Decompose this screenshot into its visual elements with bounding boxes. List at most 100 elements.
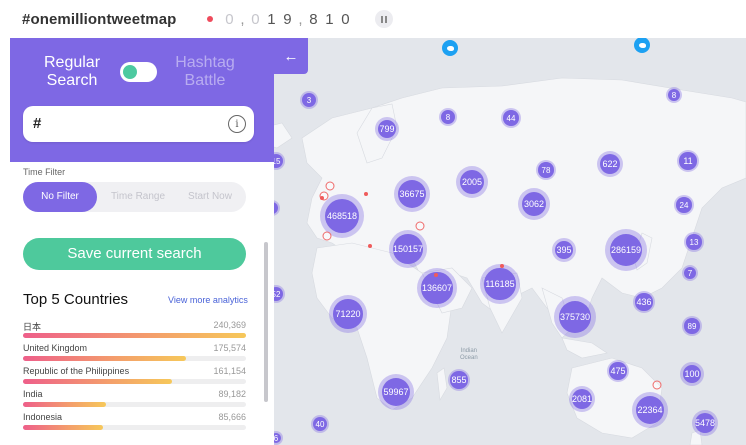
country-count: 240,369 — [213, 320, 246, 330]
tweet-cluster[interactable]: 375730 — [554, 296, 596, 338]
country-bar-track — [23, 333, 246, 338]
tweet-cluster[interactable]: 44 — [501, 108, 521, 128]
tweet-cluster[interactable]: 150157 — [389, 230, 427, 268]
cluster-count: 395 — [554, 240, 574, 260]
time-filter-time-range[interactable]: Time Range — [103, 182, 173, 212]
cluster-count: 7 — [683, 266, 697, 280]
tweet-cluster[interactable]: 100 — [680, 362, 704, 386]
counter-digit: 1 — [325, 10, 334, 28]
tweet-cluster[interactable]: 116185 — [480, 264, 520, 304]
tweet-cluster[interactable]: 13 — [684, 232, 704, 252]
country-row: Indonesia 85,666 — [23, 412, 246, 434]
live-indicator-icon — [207, 16, 214, 22]
tweet-dot-marker[interactable] — [320, 196, 324, 200]
country-bar-fill — [23, 356, 186, 361]
cluster-count: 5478 — [694, 412, 716, 434]
app-root: #onemilliontweetmap 0,019,810 Indian Oce… — [0, 0, 746, 445]
pause-button[interactable] — [375, 10, 394, 28]
cluster-count: 116185 — [484, 268, 516, 300]
time-filter-start-now[interactable]: Start Now — [178, 182, 242, 212]
country-count: 85,666 — [218, 412, 246, 422]
counter-digit: 0 — [225, 10, 234, 28]
tweet-cluster[interactable]: 7 — [682, 265, 698, 281]
tweet-cluster[interactable]: 78 — [536, 160, 556, 180]
tweet-dot-marker[interactable] — [364, 192, 368, 196]
time-filter-no-filter[interactable]: No Filter — [23, 182, 97, 212]
country-name: United Kingdom — [23, 343, 88, 353]
twitter-pin-icon[interactable] — [442, 40, 458, 56]
tweet-dot-marker[interactable] — [434, 273, 438, 277]
cluster-count: 11 — [679, 152, 697, 170]
tweet-ring-marker[interactable] — [652, 380, 662, 390]
tweet-cluster[interactable]: 436 — [633, 291, 655, 313]
tweet-ring-marker[interactable] — [325, 181, 335, 191]
cluster-count: 799 — [377, 119, 397, 139]
counter-separator: , — [298, 10, 303, 28]
country-bar-fill — [23, 425, 104, 430]
cluster-count: 468518 — [324, 198, 360, 234]
tweet-ring-marker[interactable] — [415, 221, 425, 231]
tweet-cluster[interactable]: 286159 — [605, 229, 647, 271]
view-more-analytics-link[interactable]: View more analytics — [168, 295, 248, 305]
mode-regular-search[interactable]: Regular Search — [32, 54, 112, 90]
tweet-cluster[interactable]: 395 — [552, 238, 576, 262]
cluster-count: 136607 — [421, 272, 453, 304]
tweet-cluster[interactable]: 22364 — [632, 392, 668, 428]
panel-scrollbar[interactable] — [264, 242, 268, 402]
tweet-cluster[interactable]: 89 — [682, 316, 702, 336]
tweet-cluster[interactable]: 855 — [448, 369, 470, 391]
country-name: 日本 — [23, 322, 42, 332]
top-bar: #onemilliontweetmap 0,019,810 — [0, 0, 746, 38]
tweet-cluster[interactable]: 622 — [597, 151, 623, 177]
cluster-count: 13 — [686, 234, 702, 250]
tweet-cluster[interactable]: 59967 — [378, 374, 414, 410]
country-row: India 89,182 — [23, 389, 246, 411]
cluster-count: 89 — [684, 318, 700, 334]
cluster-count: 3 — [301, 92, 317, 108]
country-bar-fill — [23, 379, 173, 384]
search-mode-toggle[interactable] — [120, 62, 157, 82]
tweet-cluster[interactable]: 3062 — [518, 188, 550, 220]
country-row: 日本 240,369 — [23, 320, 246, 342]
cluster-count: 436 — [635, 293, 653, 311]
country-name: India — [23, 389, 43, 399]
tweet-dot-marker[interactable] — [500, 264, 504, 268]
tweet-cluster[interactable]: 11 — [677, 150, 699, 172]
collapse-panel-button[interactable]: ← — [274, 38, 308, 74]
cluster-count: 44 — [503, 110, 519, 126]
tweet-cluster[interactable]: 799 — [375, 117, 399, 141]
info-icon[interactable]: i — [228, 115, 246, 133]
cluster-count: 475 — [609, 362, 627, 380]
country-row: Republic of the Philippines 161,154 — [23, 366, 246, 388]
arrow-left-icon: ← — [283, 47, 299, 65]
search-input[interactable]: # i — [23, 106, 254, 142]
country-row: United Kingdom 175,574 — [23, 343, 246, 365]
cluster-count: 24 — [676, 197, 692, 213]
world-map[interactable]: IndianOcean 3799844157862211366752005346… — [262, 38, 746, 445]
country-bar-fill — [23, 402, 106, 407]
cluster-count: 375730 — [558, 300, 592, 334]
tweet-dot-marker[interactable] — [368, 244, 372, 248]
country-name: Republic of the Philippines — [23, 366, 130, 376]
tweet-cluster[interactable]: 40 — [311, 415, 329, 433]
tweet-ring-marker[interactable] — [322, 231, 332, 241]
tweet-cluster[interactable]: 5478 — [692, 410, 718, 436]
counter-digit: 9 — [283, 10, 292, 28]
top-countries-title: Top 5 Countries — [23, 291, 129, 308]
tweet-cluster[interactable]: 36675 — [394, 176, 430, 212]
cluster-count: 286159 — [609, 233, 643, 267]
tweet-cluster[interactable]: 2005 — [456, 166, 488, 198]
country-count: 161,154 — [213, 366, 246, 376]
tweet-cluster[interactable]: 8 — [666, 87, 682, 103]
tweet-cluster[interactable]: 71220 — [329, 295, 367, 333]
tweet-cluster[interactable]: 24 — [674, 195, 694, 215]
save-search-button[interactable]: Save current search — [23, 238, 246, 270]
hashtag-title: #onemilliontweetmap — [22, 10, 177, 28]
tweet-cluster[interactable]: 8 — [439, 108, 457, 126]
mode-hashtag-battle[interactable]: Hashtag Battle — [160, 54, 250, 90]
tweet-cluster[interactable]: 475 — [607, 360, 629, 382]
cluster-count: 8 — [440, 109, 456, 125]
tweet-cluster[interactable]: 3 — [300, 91, 318, 109]
country-bar-track — [23, 379, 246, 384]
tweet-cluster[interactable]: 2081 — [569, 386, 595, 412]
